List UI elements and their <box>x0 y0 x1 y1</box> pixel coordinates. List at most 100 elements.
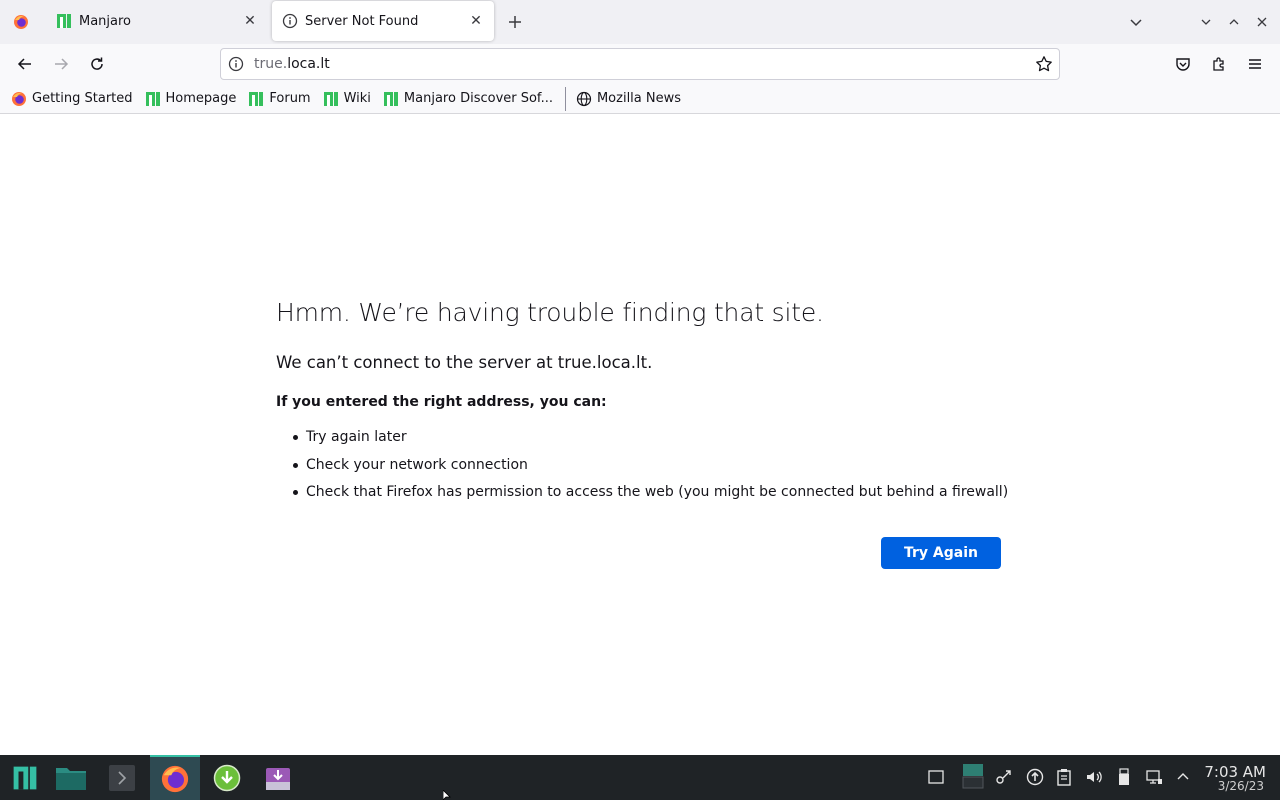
kde-connect-icon[interactable] <box>993 766 1015 788</box>
bookmark-label: Forum <box>269 91 311 106</box>
pager-icon <box>962 764 984 789</box>
close-window-button[interactable] <box>1250 10 1274 34</box>
taskbar: 7:03 AM 3/26/23 <box>0 755 1280 800</box>
download-icon <box>213 764 241 791</box>
reload-icon <box>91 57 103 70</box>
minimize-button[interactable] <box>1194 10 1218 34</box>
task-terminal[interactable] <box>97 755 147 800</box>
updates-icon[interactable] <box>1024 766 1046 788</box>
info-icon <box>282 13 298 29</box>
task-file-manager[interactable] <box>46 755 96 800</box>
reload-button[interactable] <box>83 50 111 78</box>
hamburger-menu-icon <box>1249 59 1261 69</box>
task-installer[interactable] <box>253 755 303 800</box>
application-launcher[interactable] <box>0 755 50 800</box>
installer-icon <box>266 767 290 790</box>
bookmark-label: Homepage <box>165 91 237 106</box>
firefox-icon <box>12 91 26 106</box>
maximize-icon <box>1229 19 1239 25</box>
virtual-desktop-pager[interactable] <box>961 762 985 790</box>
network-icon[interactable] <box>1143 766 1165 788</box>
bookmark-homepage[interactable]: Homepage <box>145 91 237 107</box>
address-bar[interactable]: true.loca.lt <box>220 48 1060 80</box>
task-firefox[interactable] <box>150 755 200 800</box>
bookmark-label: Manjaro Discover Sof... <box>403 91 553 106</box>
bookmark-getting-started[interactable]: Getting Started <box>11 91 133 107</box>
arrow-right-icon <box>55 58 69 70</box>
suggestion-item: Check that Firefox has permission to acc… <box>292 482 1008 510</box>
terminal-icon <box>109 764 135 791</box>
firefox-view-button[interactable] <box>0 0 42 44</box>
clipboard-icon[interactable] <box>1053 766 1075 788</box>
extensions-button[interactable] <box>1205 50 1233 78</box>
tab-title: Server Not Found <box>305 13 419 29</box>
bookmark-mozilla-news[interactable]: Mozilla News <box>576 91 681 107</box>
url-subdomain: true. <box>254 56 288 72</box>
folder-icon <box>56 767 86 790</box>
bookmarks-toolbar: Getting Started Homepage Forum Wiki Manj… <box>0 84 1280 114</box>
task-download-manager[interactable] <box>202 755 252 800</box>
chevron-up-icon <box>1177 773 1189 780</box>
usb-drive-icon <box>1119 768 1129 785</box>
tab-server-not-found[interactable]: Server Not Found ✕ <box>272 1 494 41</box>
bookmarks-separator <box>564 86 566 111</box>
navigation-toolbar: true.loca.lt <box>0 44 1280 84</box>
upload-circle-icon <box>1026 768 1044 786</box>
removable-devices-icon[interactable] <box>1113 766 1135 788</box>
manjaro-icon <box>323 91 338 106</box>
error-title: Hmm. We’re having trouble finding that s… <box>276 298 824 327</box>
manjaro-icon <box>145 91 160 106</box>
firefox-icon <box>14 15 28 29</box>
firefox-icon <box>161 765 189 792</box>
bookmark-wiki[interactable]: Wiki <box>323 91 371 107</box>
manjaro-icon <box>13 766 37 789</box>
show-desktop-icon[interactable] <box>925 766 947 788</box>
mouse-cursor-icon <box>443 790 451 800</box>
close-tab-icon[interactable]: ✕ <box>238 9 262 33</box>
error-subtitle: If you entered the right address, you ca… <box>276 394 607 410</box>
error-description: We can’t connect to the server at true.l… <box>276 353 653 372</box>
try-again-button[interactable]: Try Again <box>881 537 1001 569</box>
chevron-down-icon <box>1130 19 1142 27</box>
pocket-button[interactable] <box>1169 50 1197 78</box>
url-domain: loca.lt <box>287 56 330 72</box>
manjaro-icon <box>383 91 398 106</box>
app-menu-button[interactable] <box>1241 50 1269 78</box>
bookmark-forum[interactable]: Forum <box>248 91 311 107</box>
minimize-icon <box>1201 19 1211 25</box>
new-tab-button[interactable] <box>503 10 527 34</box>
bookmark-star-icon[interactable] <box>1035 55 1053 73</box>
bookmark-label: Wiki <box>343 91 371 106</box>
pocket-icon <box>1176 58 1190 71</box>
tab-strip: Manjaro ✕ Server Not Found ✕ <box>0 0 1280 44</box>
globe-icon <box>576 91 592 106</box>
wired-network-icon <box>1146 770 1162 784</box>
bookmark-label: Getting Started <box>32 91 133 106</box>
manjaro-icon <box>249 91 264 106</box>
plus-icon <box>509 16 521 28</box>
bookmark-manjaro-discover[interactable]: Manjaro Discover Sof... <box>383 91 553 107</box>
puzzle-icon <box>1213 57 1224 71</box>
tab-title: Manjaro <box>79 13 132 29</box>
close-tab-icon[interactable]: ✕ <box>464 9 488 33</box>
volume-icon[interactable] <box>1083 766 1105 788</box>
suggestion-item: Try again later <box>292 427 1008 455</box>
suggestion-item: Check your network connection <box>292 455 1008 483</box>
tab-manjaro[interactable]: Manjaro ✕ <box>46 1 268 41</box>
clock-date[interactable]: 3/26/23 <box>1218 779 1264 793</box>
speaker-icon <box>1087 771 1102 783</box>
bookmark-label: Mozilla News <box>596 91 682 106</box>
site-info-icon[interactable] <box>228 56 244 72</box>
manjaro-icon <box>57 14 71 28</box>
desktop-icon <box>928 770 944 784</box>
forward-button[interactable] <box>47 50 75 78</box>
close-icon <box>1257 17 1267 27</box>
list-all-tabs-button[interactable] <box>1124 10 1148 34</box>
url-text[interactable]: true.loca.lt <box>254 56 330 72</box>
connect-icon <box>996 770 1011 784</box>
maximize-button[interactable] <box>1222 10 1246 34</box>
arrow-left-icon <box>17 58 31 70</box>
show-hidden-icons-button[interactable] <box>1172 766 1194 788</box>
back-button[interactable] <box>11 50 39 78</box>
suggestion-list: Try again later Check your network conne… <box>292 427 1008 510</box>
